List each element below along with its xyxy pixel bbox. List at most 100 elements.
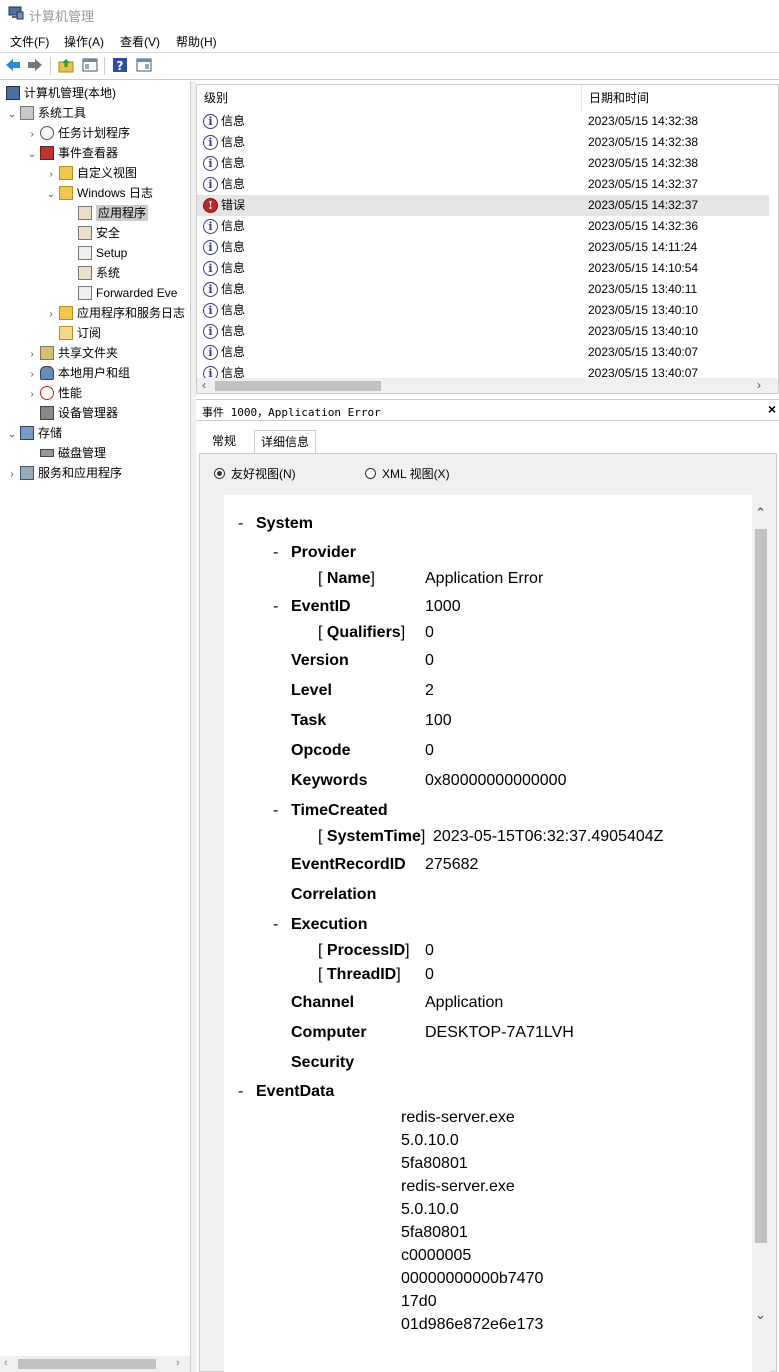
event-row[interactable]: i 信息 2023/05/15 14:10:54 <box>197 258 769 279</box>
tree-item-task-scheduler[interactable]: › 任务计划程序 <box>26 123 130 143</box>
disk-icon <box>40 448 54 457</box>
chevron-down-icon[interactable]: ⌄ <box>45 185 57 205</box>
show-hide-tree-button[interactable] <box>81 56 99 74</box>
collapse-toggle[interactable]: - <box>238 515 243 533</box>
tree-horizontal-scrollbar[interactable]: ‹ › <box>0 1356 190 1372</box>
event-row[interactable]: i 信息 2023/05/15 14:32:38 <box>197 132 769 153</box>
scroll-right-icon[interactable]: › <box>757 378 761 392</box>
eventdata-value: 5fa80801 <box>401 1155 468 1172</box>
eventdata-value: redis-server.exe <box>401 1109 515 1126</box>
folder-up-icon <box>58 59 74 73</box>
event-row[interactable]: i 信息 2023/05/15 14:11:24 <box>197 237 769 258</box>
scrollbar-thumb[interactable] <box>18 1359 156 1369</box>
tree-item-event-viewer[interactable]: ⌄ 事件查看器 <box>26 143 118 163</box>
event-row[interactable]: i 信息 2023/05/15 13:40:10 <box>197 321 769 342</box>
tree-item-windows-logs[interactable]: ⌄ Windows 日志 <box>45 183 153 203</box>
collapse-toggle[interactable]: - <box>273 598 278 616</box>
folder-icon <box>59 165 73 180</box>
tree-item-disk-management[interactable]: 磁盘管理 <box>38 443 106 463</box>
tree-item-services-applications[interactable]: › 服务和应用程序 <box>6 463 122 483</box>
chevron-down-icon[interactable]: ⌄ <box>6 105 18 125</box>
scrollbar-thumb[interactable] <box>215 381 381 391</box>
collapse-toggle[interactable]: - <box>273 544 278 562</box>
value-keywords: 0x80000000000000 <box>425 772 567 789</box>
event-row[interactable]: i 信息 2023/05/15 14:32:37 <box>197 174 769 195</box>
event-row[interactable]: i 信息 2023/05/15 13:40:10 <box>197 300 769 321</box>
tree-item-subscriptions[interactable]: 订阅 <box>57 323 101 343</box>
chevron-right-icon[interactable]: › <box>26 385 38 405</box>
chevron-right-icon[interactable]: › <box>45 165 57 185</box>
eventdata-value: 01d986e872e6e173 <box>401 1316 544 1333</box>
event-list-horizontal-scrollbar[interactable]: ‹ › <box>197 378 778 393</box>
scroll-down-icon[interactable]: ⌄ <box>755 1307 766 1323</box>
scrollbar-thumb[interactable] <box>755 529 767 1243</box>
menu-action[interactable]: 操作(A) <box>64 33 104 50</box>
chevron-right-icon[interactable]: › <box>26 345 38 365</box>
xml-view-radio[interactable]: XML 视图(X) <box>365 465 450 483</box>
tree-item-application[interactable]: 应用程序 <box>76 203 149 223</box>
column-header-datetime[interactable]: 日期和时间 <box>582 85 769 111</box>
menu-view[interactable]: 查看(V) <box>120 33 160 50</box>
chevron-right-icon[interactable]: › <box>45 305 57 325</box>
tree-item-storage[interactable]: ⌄ 存储 <box>6 423 62 443</box>
event-row[interactable]: i 信息 2023/05/15 14:32:36 <box>197 216 769 237</box>
tree-item-security[interactable]: 安全 <box>76 223 120 243</box>
tree-item-performance[interactable]: › 性能 <box>26 383 82 403</box>
tree-item-custom-views[interactable]: › 自定义视图 <box>45 163 137 183</box>
eventdata-value: c0000005 <box>401 1247 472 1264</box>
menu-file[interactable]: 文件(F) <box>10 33 49 50</box>
collapse-toggle[interactable]: - <box>273 916 278 934</box>
tree-item-local-users-groups[interactable]: › 本地用户和组 <box>26 363 130 383</box>
column-header-level[interactable]: 级别 <box>197 85 582 111</box>
collapse-toggle[interactable]: - <box>238 1083 243 1101</box>
close-icon[interactable]: × <box>768 401 776 417</box>
back-button[interactable] <box>4 56 22 74</box>
event-row[interactable]: i 信息 2023/05/15 13:40:07 <box>197 342 769 363</box>
event-row-selected[interactable]: ! 错误 2023/05/15 14:32:37 <box>197 195 769 216</box>
info-icon: i <box>203 303 218 318</box>
scroll-left-icon[interactable]: ‹ <box>202 378 206 392</box>
tree-item-forwarded-events[interactable]: Forwarded Eve <box>76 283 177 303</box>
error-icon: ! <box>203 198 218 213</box>
eventdata-value: 00000000000b7470 <box>401 1270 544 1287</box>
toolbar-separator <box>104 57 105 75</box>
event-row[interactable]: i 信息 2023/05/15 14:32:38 <box>197 153 769 174</box>
tree-item-shared-folders[interactable]: › 共享文件夹 <box>26 343 118 363</box>
node-level: Level <box>291 682 332 699</box>
tree-item-device-manager[interactable]: 设备管理器 <box>38 403 118 423</box>
tree-item-system[interactable]: 系统 <box>76 263 120 283</box>
chevron-right-icon[interactable]: › <box>26 365 38 385</box>
event-row[interactable]: i 信息 2023/05/15 13:40:11 <box>197 279 769 300</box>
arrow-left-icon <box>6 59 20 71</box>
forward-button[interactable] <box>26 56 44 74</box>
tree-item-app-service-logs[interactable]: › 应用程序和服务日志 <box>45 303 185 323</box>
tab-general[interactable]: 常规 <box>206 430 242 453</box>
value-channel: Application <box>425 994 504 1011</box>
scroll-left-icon[interactable]: ‹ <box>4 1357 8 1369</box>
detail-vertical-scrollbar[interactable]: ⌃ ⌄ <box>752 495 770 1372</box>
help-button[interactable]: ? <box>111 56 129 74</box>
friendly-view-content: - System - Provider [ Name] Application … <box>224 495 752 1372</box>
show-action-pane-button[interactable] <box>135 56 153 74</box>
attr-threadid-row: [ ThreadID] <box>318 966 401 983</box>
menu-help[interactable]: 帮助(H) <box>176 33 217 50</box>
tree-item-computer-management[interactable]: 计算机管理(本地) <box>4 83 116 103</box>
scroll-up-icon[interactable]: ⌃ <box>755 505 766 521</box>
chevron-down-icon[interactable]: ⌄ <box>26 145 38 165</box>
friendly-view-radio[interactable]: 友好视图(N) <box>214 465 296 483</box>
node-provider: Provider <box>291 544 356 561</box>
scroll-right-icon[interactable]: › <box>176 1357 180 1369</box>
chevron-right-icon[interactable]: › <box>26 125 38 145</box>
log-icon <box>78 245 92 260</box>
tree-item-system-tools[interactable]: ⌄ 系统工具 <box>6 103 86 123</box>
radio-empty-icon <box>365 468 376 480</box>
up-folder-button[interactable] <box>57 56 75 74</box>
value-threadid: 0 <box>425 966 434 983</box>
event-row[interactable]: i 信息 2023/05/15 14:32:38 <box>197 111 769 132</box>
collapse-toggle[interactable]: - <box>273 802 278 820</box>
tab-details[interactable]: 详细信息 <box>254 430 317 453</box>
chevron-down-icon[interactable]: ⌄ <box>6 425 18 445</box>
chevron-right-icon[interactable]: › <box>6 465 18 485</box>
tools-icon <box>20 105 34 120</box>
tree-item-setup[interactable]: Setup <box>76 243 127 263</box>
